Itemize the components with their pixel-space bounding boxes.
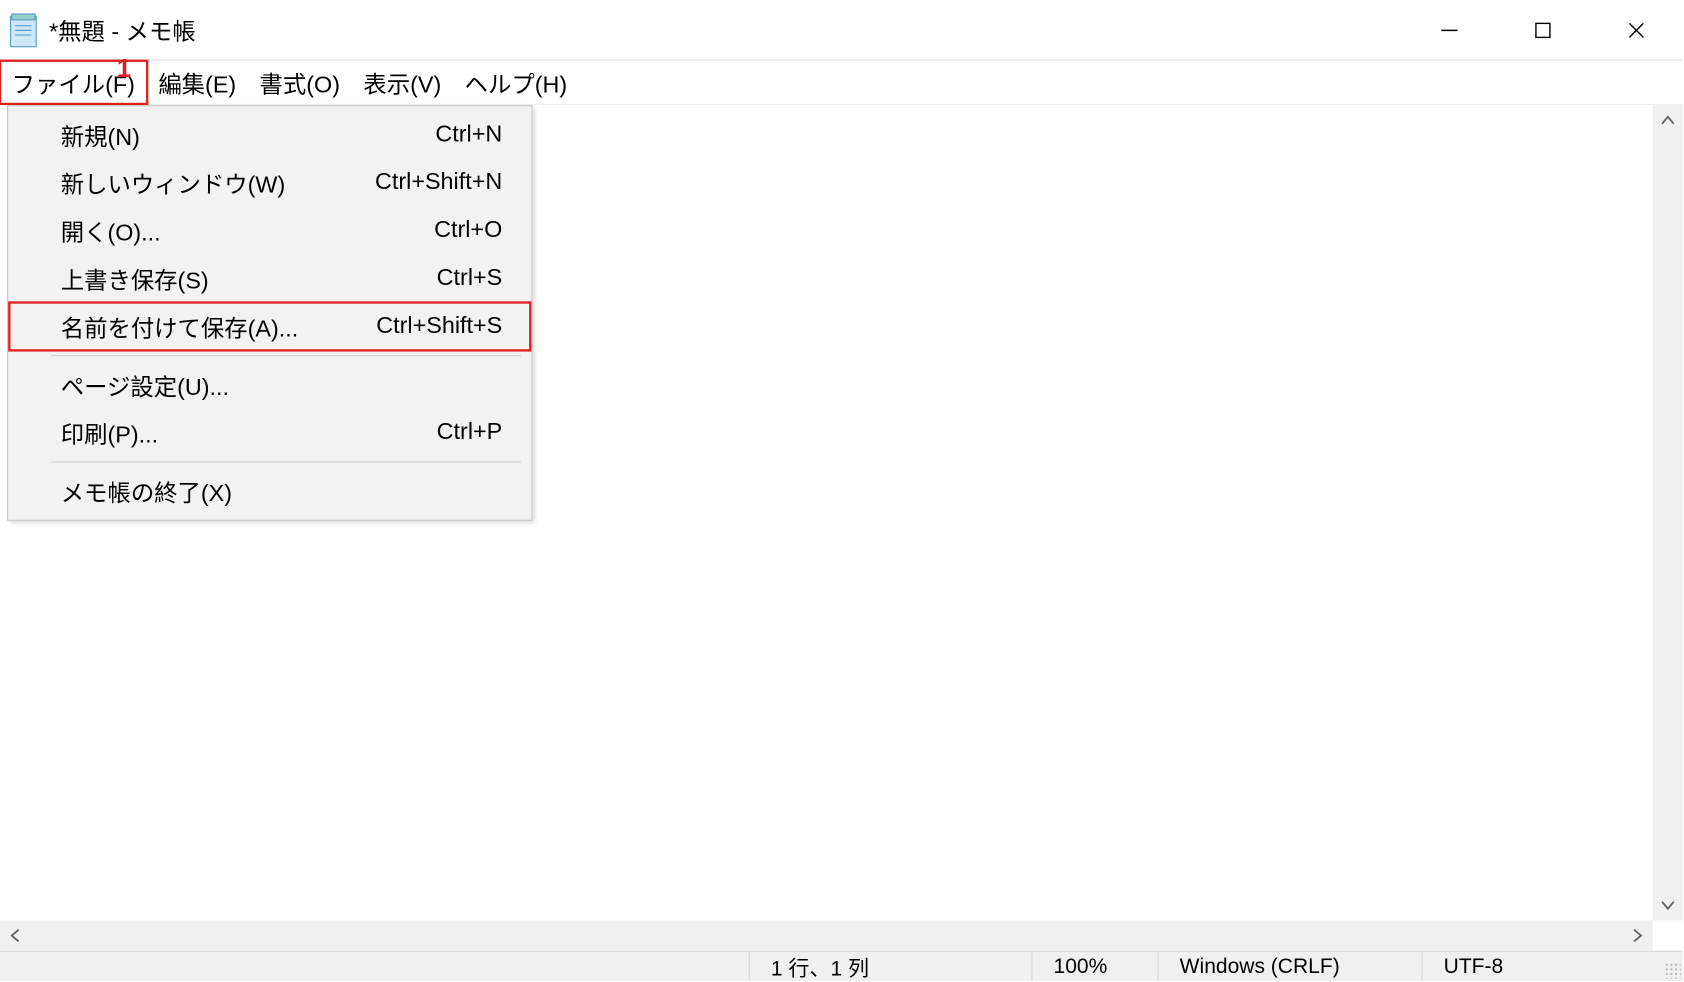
file-menu-open[interactable]: 開く(O)... Ctrl+O (9, 207, 530, 255)
status-encoding: UTF-8 (1421, 952, 1659, 981)
menu-item-label: 印刷(P)... (61, 416, 158, 450)
menu-format[interactable]: 書式(O) (248, 61, 352, 104)
menu-item-shortcut: Ctrl+Shift+S (376, 313, 502, 340)
menu-item-label: 開く(O)... (61, 214, 161, 248)
menu-item-label: 名前を付けて保存(A)... (61, 310, 299, 344)
resize-grip-icon[interactable] (1660, 952, 1683, 981)
scroll-left-icon[interactable] (0, 920, 30, 950)
file-menu-dropdown: 新規(N) Ctrl+N 新しいウィンドウ(W) Ctrl+Shift+N 開く… (7, 105, 533, 521)
menu-item-shortcut: Ctrl+N (435, 121, 502, 148)
menu-item-shortcut: Ctrl+Shift+N (375, 169, 502, 196)
menu-item-label: 新しいウィンドウ(W) (61, 166, 285, 200)
menu-item-label: 新規(N) (61, 118, 140, 152)
menu-item-shortcut: Ctrl+S (437, 265, 503, 292)
menu-item-label: ページ設定(U)... (61, 368, 229, 402)
menu-edit[interactable]: 編集(E) (147, 61, 248, 104)
status-bar: 1 行、1 列 100% Windows (CRLF) UTF-8 (0, 951, 1683, 981)
annotation-1: 1 (117, 54, 131, 84)
vertical-scrollbar[interactable] (1653, 105, 1683, 920)
close-button[interactable] (1590, 0, 1683, 60)
notepad-icon (9, 12, 37, 47)
status-zoom: 100% (1031, 952, 1157, 981)
menu-item-label: 上書き保存(S) (61, 262, 209, 296)
minimize-button[interactable] (1403, 0, 1496, 60)
menu-item-label: メモ帳の終了(X) (61, 474, 232, 508)
status-line-ending: Windows (CRLF) (1157, 952, 1421, 981)
title-bar: *無題 - メモ帳 (0, 0, 1683, 61)
menu-help[interactable]: ヘルプ(H) (453, 61, 579, 104)
file-menu-new[interactable]: 新規(N) Ctrl+N (9, 111, 530, 159)
menu-view[interactable]: 表示(V) (352, 61, 453, 104)
menu-separator (51, 355, 521, 356)
window-title: *無題 - メモ帳 (49, 13, 196, 47)
menu-item-shortcut: Ctrl+P (437, 419, 503, 446)
menu-item-shortcut: Ctrl+O (434, 217, 502, 244)
scroll-down-icon[interactable] (1653, 890, 1683, 920)
maximize-button[interactable] (1496, 0, 1589, 60)
file-menu-exit[interactable]: メモ帳の終了(X) (9, 467, 530, 515)
file-menu-new-window[interactable]: 新しいウィンドウ(W) Ctrl+Shift+N (9, 159, 530, 207)
menu-separator (51, 461, 521, 462)
menu-bar: ファイル(F) 編集(E) 書式(O) 表示(V) ヘルプ(H) (0, 61, 1683, 105)
scroll-up-icon[interactable] (1653, 105, 1683, 135)
file-menu-page-setup[interactable]: ページ設定(U)... (9, 361, 530, 409)
scroll-right-icon[interactable] (1622, 920, 1652, 950)
file-menu-print[interactable]: 印刷(P)... Ctrl+P (9, 409, 530, 457)
status-position: 1 行、1 列 (749, 952, 1032, 981)
file-menu-save-as[interactable]: 名前を付けて保存(A)... Ctrl+Shift+S (9, 303, 530, 351)
horizontal-scrollbar[interactable] (0, 920, 1653, 950)
file-menu-save[interactable]: 上書き保存(S) Ctrl+S (9, 255, 530, 303)
